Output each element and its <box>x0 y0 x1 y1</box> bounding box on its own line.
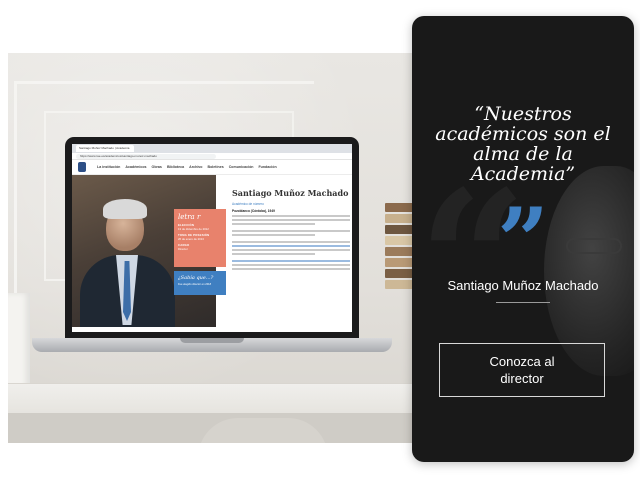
site-main: letra r ELECCIÓN 13 de diciembre de 2012… <box>72 175 352 327</box>
nav-item[interactable]: Comunicación <box>229 165 254 169</box>
quote-mark-icon: ” <box>497 188 549 294</box>
browser-tab-bar: Santiago Muñoz Machado | Academia <box>72 144 352 153</box>
website-preview: Santiago Muñoz Machado | Academia https:… <box>72 144 352 332</box>
meet-director-button[interactable]: Conozca al director <box>439 343 605 397</box>
card-letter: letra r <box>178 213 201 221</box>
text-line <box>232 219 350 221</box>
info-card: letra r ELECCIÓN 13 de diciembre de 2012… <box>174 209 226 267</box>
text-line <box>232 253 315 255</box>
nav-item[interactable]: Archivo <box>189 165 202 169</box>
text-line <box>232 249 350 251</box>
director-card: “ “Nuestros académicos son el alma de la… <box>412 16 634 462</box>
post-value: Director <box>178 247 188 251</box>
text-line <box>232 215 350 217</box>
text-line <box>232 230 350 232</box>
did-you-know-card[interactable]: ¿Sabía que...? Fue elegido director en 2… <box>174 271 226 295</box>
site-navigation: La institución Académicos Obras Bibliote… <box>72 160 352 175</box>
text-line <box>232 223 315 225</box>
director-name: Santiago Muñoz Machado <box>447 278 599 293</box>
laptop-notch <box>180 338 244 343</box>
nav-item[interactable]: La institución <box>97 165 120 169</box>
election-value: 13 de diciembre de 2012 <box>178 227 209 231</box>
laptop-screen: Santiago Muñoz Machado | Academia https:… <box>65 137 359 340</box>
text-line <box>232 268 350 270</box>
divider <box>496 302 550 303</box>
text-line <box>232 260 350 262</box>
book-stack <box>385 203 413 323</box>
text-line <box>232 234 315 236</box>
bio-column: Santiago Muñoz Machado Académico de núme… <box>232 189 350 270</box>
site-person-name: Santiago Muñoz Machado <box>232 188 349 198</box>
text-line <box>232 264 350 266</box>
did-you-know-title: ¿Sabía que...? <box>178 275 214 281</box>
text-line <box>232 245 350 247</box>
portrait-hair <box>103 199 147 219</box>
nav-item[interactable]: Boletines <box>208 165 224 169</box>
site-logo[interactable] <box>78 162 86 172</box>
browser-tab[interactable]: Santiago Muñoz Machado | Academia <box>76 145 134 152</box>
desk-surface <box>8 383 413 413</box>
site-person-role: Académico de número <box>232 202 264 206</box>
did-you-know-text: Fue elegido director en 2018 <box>178 283 212 286</box>
text-line <box>232 241 350 243</box>
possession-value: 26 de enero de 2013 <box>178 237 204 241</box>
nav-item[interactable]: Académicos <box>125 165 146 169</box>
director-quote: “Nuestros académicos son el alma de la A… <box>435 103 611 185</box>
url-field[interactable]: https://www.rae.es/academicos/santiago-m… <box>76 153 216 159</box>
nav-item[interactable]: Fundación <box>258 165 276 169</box>
site-person-birth: Pozoblanco (Córdoba), 1949 <box>232 209 275 213</box>
address-bar: https://www.rae.es/academicos/santiago-m… <box>72 153 352 160</box>
nav-item[interactable]: Biblioteca <box>167 165 184 169</box>
nav-item[interactable]: Obras <box>152 165 162 169</box>
